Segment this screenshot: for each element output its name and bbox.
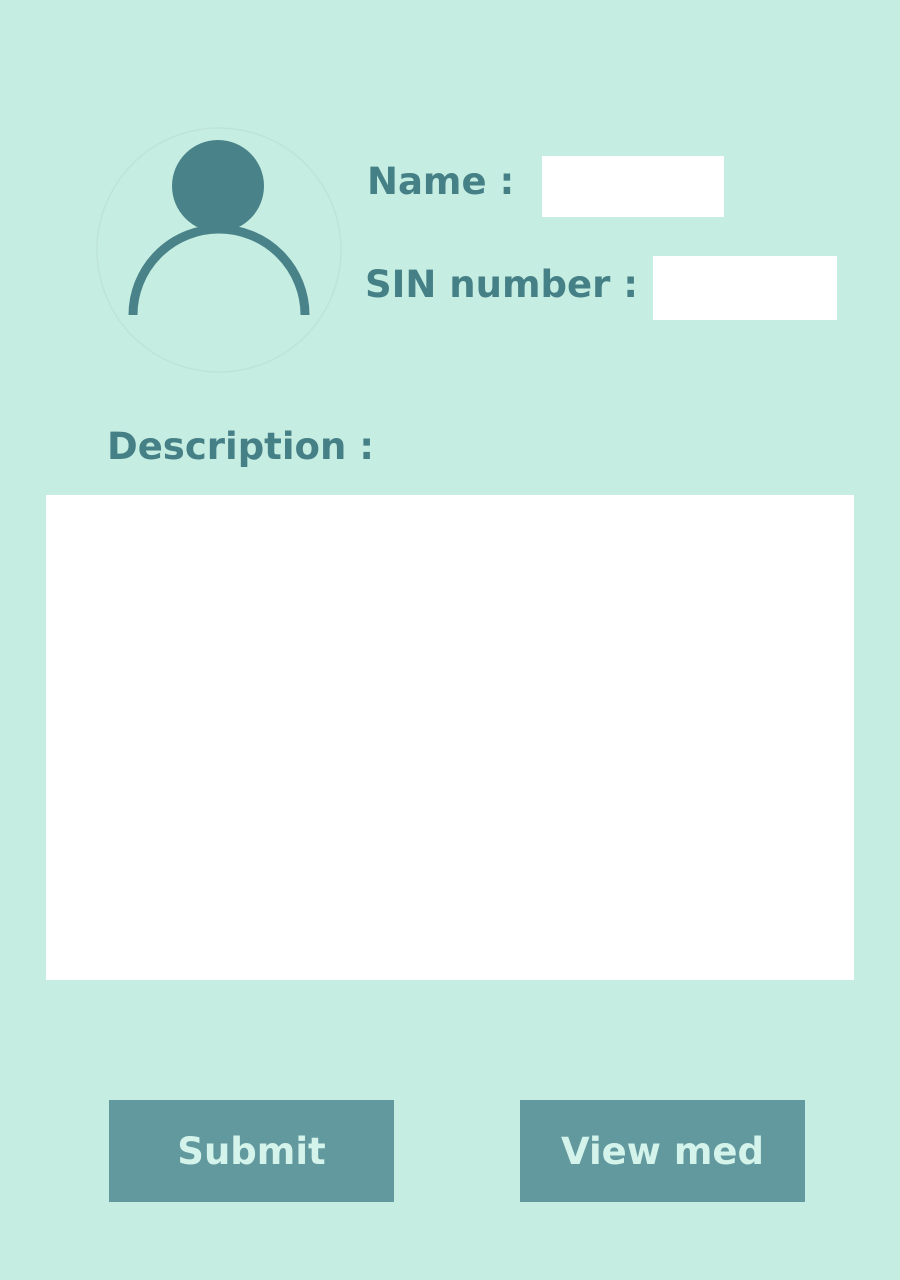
submit-button[interactable]: Submit xyxy=(109,1100,394,1202)
name-field[interactable] xyxy=(542,156,724,217)
user-avatar-icon xyxy=(96,126,342,374)
sin-number-label: SIN number : xyxy=(365,263,639,306)
description-label: Description : xyxy=(107,425,374,468)
sin-number-field[interactable] xyxy=(653,256,837,320)
name-label: Name : xyxy=(367,160,515,203)
description-textarea[interactable] xyxy=(46,495,854,980)
view-med-button[interactable]: View med xyxy=(520,1100,805,1202)
